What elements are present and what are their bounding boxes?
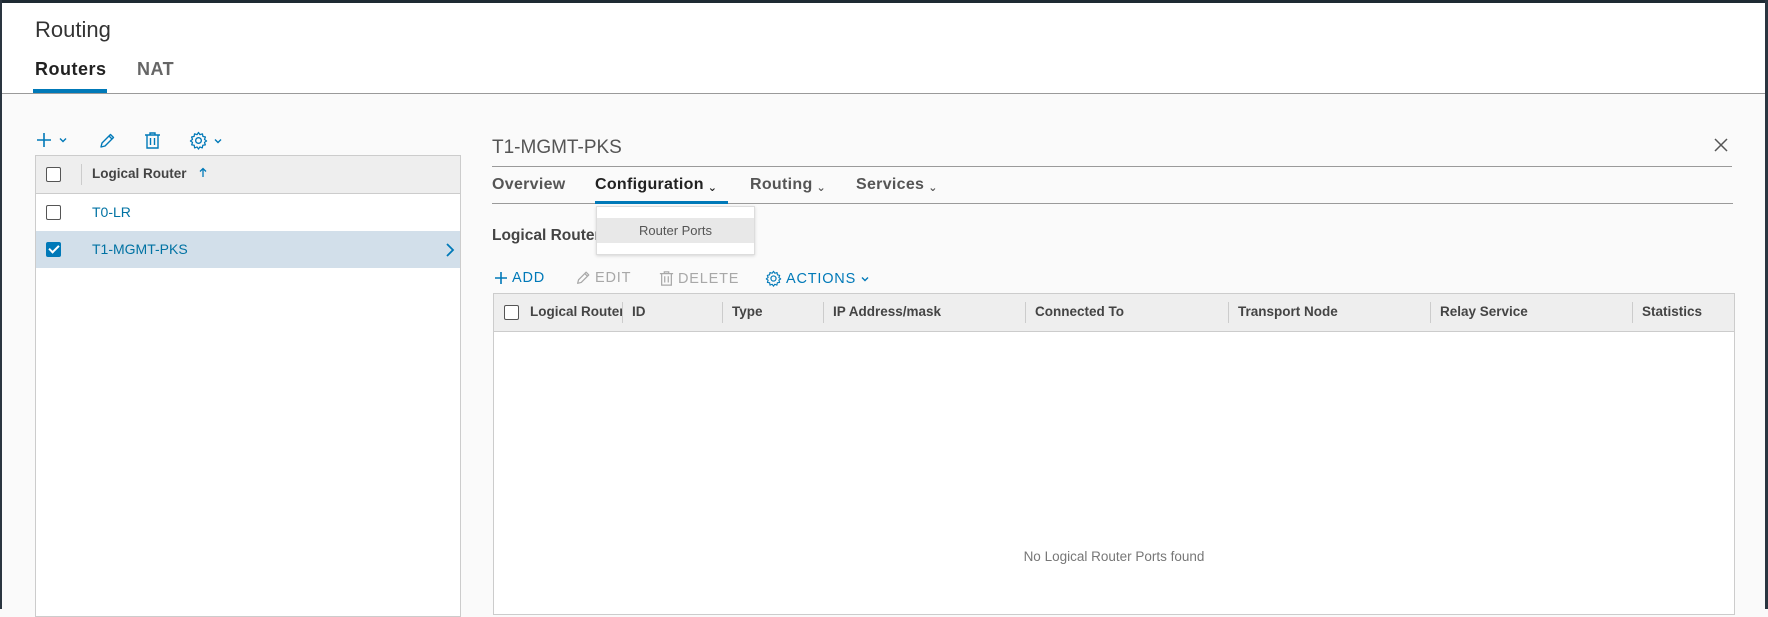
pencil-icon	[100, 133, 115, 148]
select-all-checkbox[interactable]	[46, 167, 61, 182]
router-list-header: Logical Router	[36, 156, 460, 194]
page-header: Routing Routers NAT	[2, 3, 1765, 94]
column-divider	[1430, 302, 1431, 323]
delete-router-button[interactable]	[144, 131, 161, 150]
trash-icon	[145, 132, 160, 149]
section-heading: Logical Router Ports	[492, 227, 597, 244]
router-ports-grid: Logical Router Port ID Type IP Address/m…	[493, 293, 1735, 615]
column-divider	[823, 302, 824, 323]
settings-menu-button[interactable]	[189, 131, 223, 150]
column-divider	[1632, 302, 1633, 323]
column-divider	[722, 302, 723, 323]
router-link[interactable]: T0-LR	[92, 204, 131, 220]
chevron-down-icon	[861, 276, 869, 281]
tab-routing[interactable]: Routing ⌄	[750, 176, 826, 194]
select-all-checkbox[interactable]	[504, 305, 519, 320]
tab-services[interactable]: Services ⌄	[856, 176, 938, 194]
tab-routers[interactable]: Routers	[35, 59, 107, 80]
router-row-t1-mgmt-pks[interactable]: T1-MGMT-PKS	[36, 231, 460, 268]
chevron-down-icon: ⌄	[928, 182, 938, 194]
column-header-statistics[interactable]: Statistics	[1642, 304, 1702, 319]
row-checkbox[interactable]	[46, 242, 61, 257]
actions-menu-button[interactable]: ACTIONS	[765, 270, 870, 287]
tab-overview[interactable]: Overview	[492, 176, 566, 194]
edit-label: EDIT	[595, 270, 632, 286]
edit-port-button[interactable]: EDIT	[575, 270, 631, 286]
gear-icon	[765, 270, 782, 287]
page-title: Routing	[35, 17, 111, 42]
chevron-down-icon	[59, 138, 67, 143]
active-subtab-indicator	[595, 201, 728, 204]
column-divider	[622, 302, 623, 323]
router-link[interactable]: T1-MGMT-PKS	[92, 241, 188, 257]
delete-label: DELETE	[678, 270, 740, 287]
detail-title: T1-MGMT-PKS	[492, 137, 622, 158]
column-divider	[81, 164, 82, 185]
column-header-type[interactable]: Type	[732, 304, 763, 319]
gear-icon	[189, 131, 208, 150]
column-divider	[1025, 302, 1026, 323]
actions-label: ACTIONS	[786, 270, 857, 287]
plus-icon	[495, 272, 507, 284]
configuration-dropdown-menu: Router Ports	[596, 206, 755, 255]
edit-router-button[interactable]	[98, 132, 116, 150]
column-header-transport-node[interactable]: Transport Node	[1238, 304, 1338, 319]
arrow-up-icon	[199, 167, 207, 177]
close-detail-button[interactable]	[1713, 137, 1729, 158]
column-header-id[interactable]: ID	[632, 304, 646, 319]
tab-label: Configuration	[595, 176, 704, 193]
close-icon	[1714, 138, 1728, 152]
menu-item-router-ports[interactable]: Router Ports	[597, 218, 754, 243]
active-tab-indicator	[33, 89, 107, 93]
chevron-right-icon[interactable]	[445, 242, 455, 258]
grid-header: Logical Router Port ID Type IP Address/m…	[494, 294, 1734, 332]
add-port-button[interactable]: ADD	[494, 270, 545, 286]
pencil-icon	[577, 271, 590, 284]
row-checkbox[interactable]	[46, 205, 61, 220]
chevron-down-icon: ⌄	[816, 182, 827, 194]
column-header-ip-address[interactable]: IP Address/mask	[833, 304, 941, 319]
tab-label: Routing	[750, 176, 813, 193]
plus-icon	[37, 133, 51, 147]
add-router-button[interactable]	[36, 132, 68, 148]
tab-nat[interactable]: NAT	[137, 59, 174, 80]
column-header-logical-router-port[interactable]: Logical Router Port	[530, 304, 622, 319]
column-header-label: Logical Router	[92, 166, 187, 181]
router-list-table: Logical Router T0-LR T1-MGMT-PKS	[35, 155, 461, 617]
empty-state-message: No Logical Router Ports found	[1023, 549, 1205, 564]
chevron-down-icon	[214, 138, 222, 143]
router-row-t0-lr[interactable]: T0-LR	[36, 194, 460, 231]
column-header-connected-to[interactable]: Connected To	[1035, 304, 1124, 319]
delete-port-button[interactable]: DELETE	[659, 270, 739, 287]
column-divider	[1228, 302, 1229, 323]
divider	[492, 166, 1732, 167]
chevron-down-icon: ⌄	[707, 182, 718, 194]
tab-label: Overview	[492, 176, 566, 193]
column-header-logical-router[interactable]: Logical Router	[92, 166, 208, 181]
tab-label: Services	[856, 176, 925, 193]
column-header-relay-service[interactable]: Relay Service	[1440, 304, 1528, 319]
trash-icon	[659, 271, 674, 286]
add-label: ADD	[512, 270, 546, 286]
tab-configuration[interactable]: Configuration ⌄	[595, 176, 717, 194]
